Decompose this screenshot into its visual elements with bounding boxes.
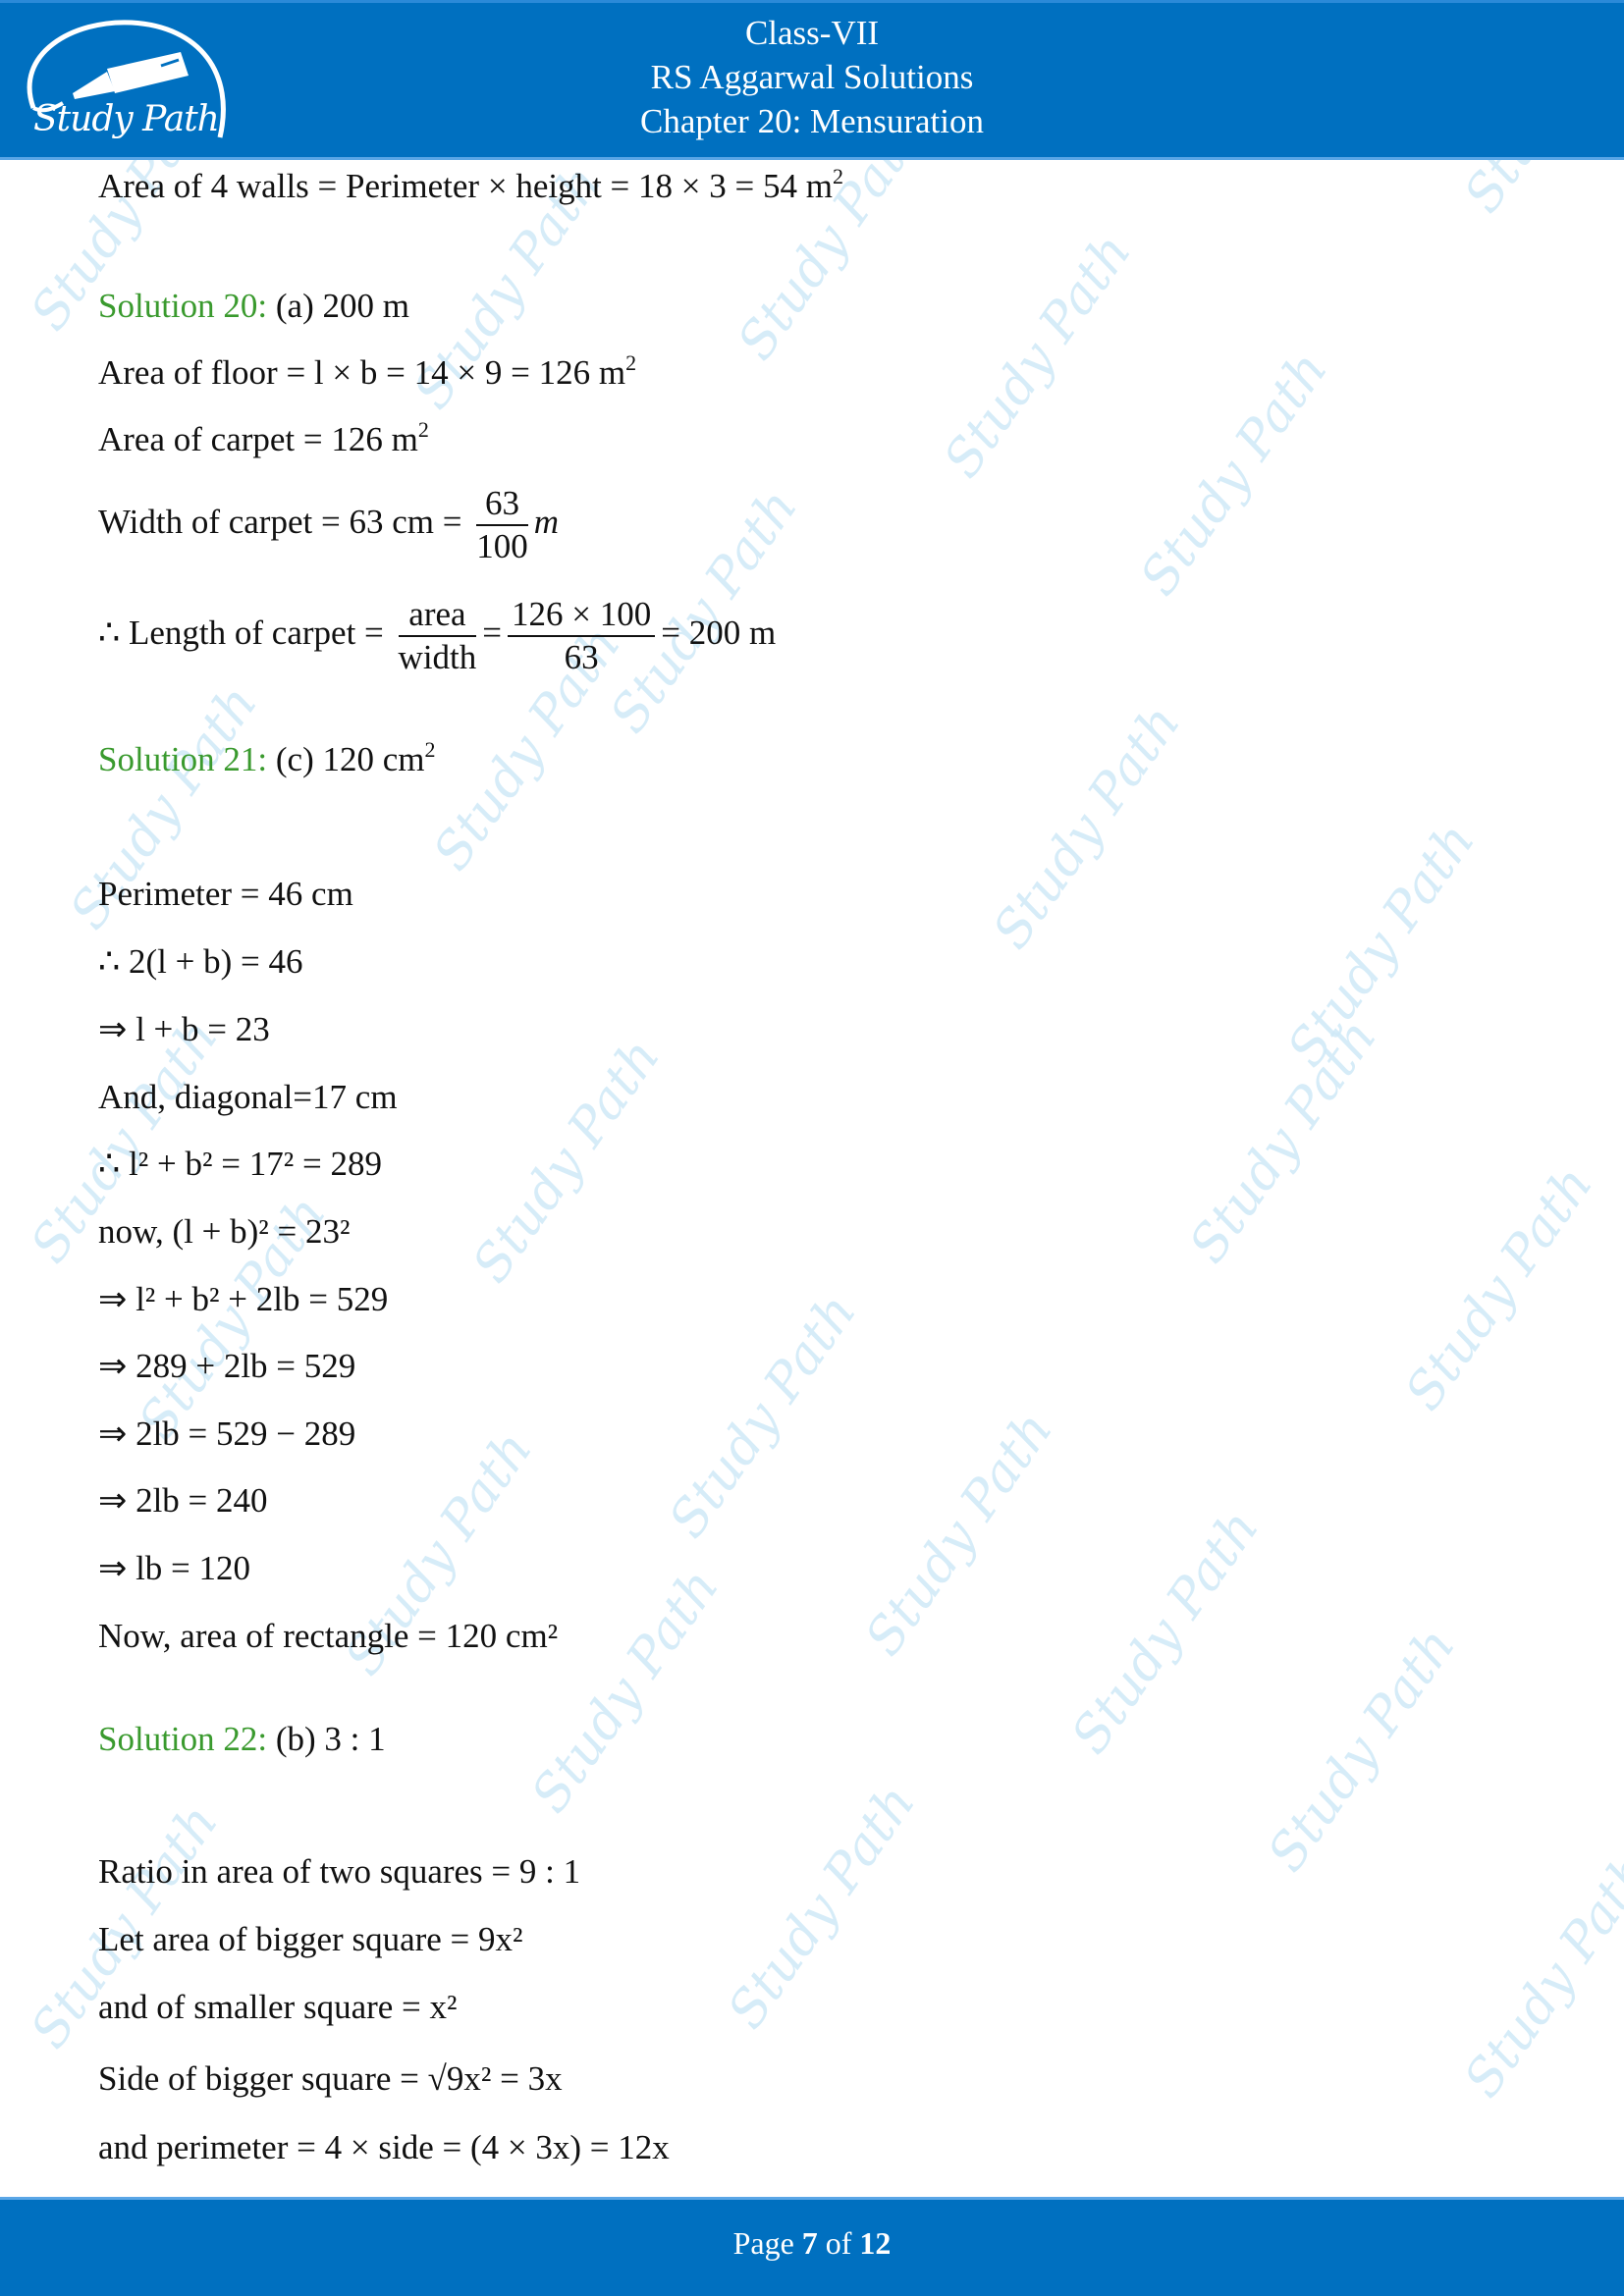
floor-area-line: Area of floor = l × b = 14 × 9 = 126 m2 [98,351,636,395]
step-line: ⇒ lb = 120 [98,1549,251,1587]
superscript: 2 [625,350,637,375]
watermark: Study Path [658,1283,868,1549]
solution-label: Solution 21: [98,740,268,778]
equation-text: Area of carpet = 126 m [98,420,418,458]
equation-text: Area of floor = l × b = 14 × 9 = 126 m [98,353,626,392]
watermark: Study Path [854,1401,1064,1667]
superscript: 2 [424,737,436,762]
header-book: RS Aggarwal Solutions [650,58,974,96]
step-line: ∴ 2(l + b) = 46 [98,942,303,981]
solution-answer: (a) 200 m [267,287,409,325]
numerator: 63 [476,483,528,526]
step-line: Side of bigger square = √9x² = 3x [98,2059,563,2098]
watermark: Study Path [1178,1008,1388,1274]
numerator: area [398,594,477,637]
step-line: ⇒ l + b = 23 [98,1010,270,1048]
denominator: width [398,638,477,676]
area-walls-line: Area of 4 walls = Perimeter × height = 1… [98,165,843,208]
superscript: 2 [833,164,843,188]
watermark: Study Path [461,1028,672,1294]
page-prefix: Page [732,2225,802,2261]
watermark: Study Path [1276,812,1487,1078]
header-chapter: Chapter 20: Mensuration [640,102,984,140]
equation-text: Area of 4 walls = Perimeter × height = 1… [98,167,833,205]
equation-text: Width of carpet = 63 cm = [98,503,471,542]
step-line: ⇒ 2lb = 529 − 289 [98,1415,356,1453]
carpet-length-line: ∴ Length of carpet = area width = 126 × 100… [98,594,776,678]
watermark: Study Path [520,1558,731,1824]
watermark: Study Path [933,223,1143,489]
watermark: Study Path [1060,1499,1271,1765]
page-of: of [817,2225,860,2261]
watermark: Study Path [1257,1617,1467,1883]
watermark: Study Path [717,1774,927,2040]
carpet-area-line: Area of carpet = 126 m2 [98,418,429,461]
step-line: ⇒ l² + b² + 2lb = 529 [98,1280,389,1318]
equals: = [482,614,503,653]
watermark: Study Path [1129,341,1339,607]
page-indicator: Page 7 of 12 [0,2225,1624,2262]
solution-answer: (c) 120 cm [267,740,425,778]
denominator: 63 [564,638,599,676]
denominator: 100 [476,527,528,565]
fraction: area width [398,594,477,678]
header-class: Class-VII [744,14,880,52]
superscript: 2 [417,417,429,442]
fraction: 63 100 [476,483,528,567]
solution-21-heading: Solution 21: (c) 120 cm2 [98,738,435,781]
equation-text: ∴ Length of carpet = [98,614,393,653]
step-line: And, diagonal=17 cm [98,1078,398,1116]
watermark: Study Path [982,694,1192,960]
fraction: 126 × 100 63 [508,594,656,678]
step-line: Ratio in area of two squares = 9 : 1 [98,1852,581,1891]
step-line: ⇒ 289 + 2lb = 529 [98,1347,356,1385]
watermark: Study Path [1453,160,1624,223]
solution-22-heading: Solution 22: (b) 3 : 1 [98,1718,386,1761]
step-line: now, (l + b)² = 23² [98,1212,351,1251]
result: = 200 m [661,614,777,653]
watermark: Study Path [1394,1155,1604,1421]
step-line: and perimeter = 4 × side = (4 × 3x) = 12… [98,2128,670,2166]
watermark: Study Path [1453,1842,1624,2109]
solution-answer: (b) 3 : 1 [267,1720,386,1758]
numerator: 126 × 100 [508,594,656,637]
current-page: 7 [801,2225,818,2261]
carpet-width-line: Width of carpet = 63 cm = 63 100 m [98,483,559,567]
step-line: ∴ l² + b² = 17² = 289 [98,1145,382,1183]
page-footer: Page 7 of 12 [0,2197,1624,2296]
solution-label: Solution 20: [98,287,268,325]
step-line: Perimeter = 46 cm [98,875,353,913]
step-line: Let area of bigger square = 9x² [98,1920,523,1958]
step-line: ⇒ 2lb = 240 [98,1481,268,1520]
step-line: Now, area of rectangle = 120 cm² [98,1617,559,1655]
page-header: Study Path Class-VII RS Aggarwal Solutio… [0,0,1624,160]
unit: m [533,503,559,542]
solution-label: Solution 22: [98,1720,268,1758]
solution-20-heading: Solution 20: (a) 200 m [98,285,409,328]
total-pages: 12 [859,2225,892,2261]
step-line: and of smaller square = x² [98,1988,458,2026]
